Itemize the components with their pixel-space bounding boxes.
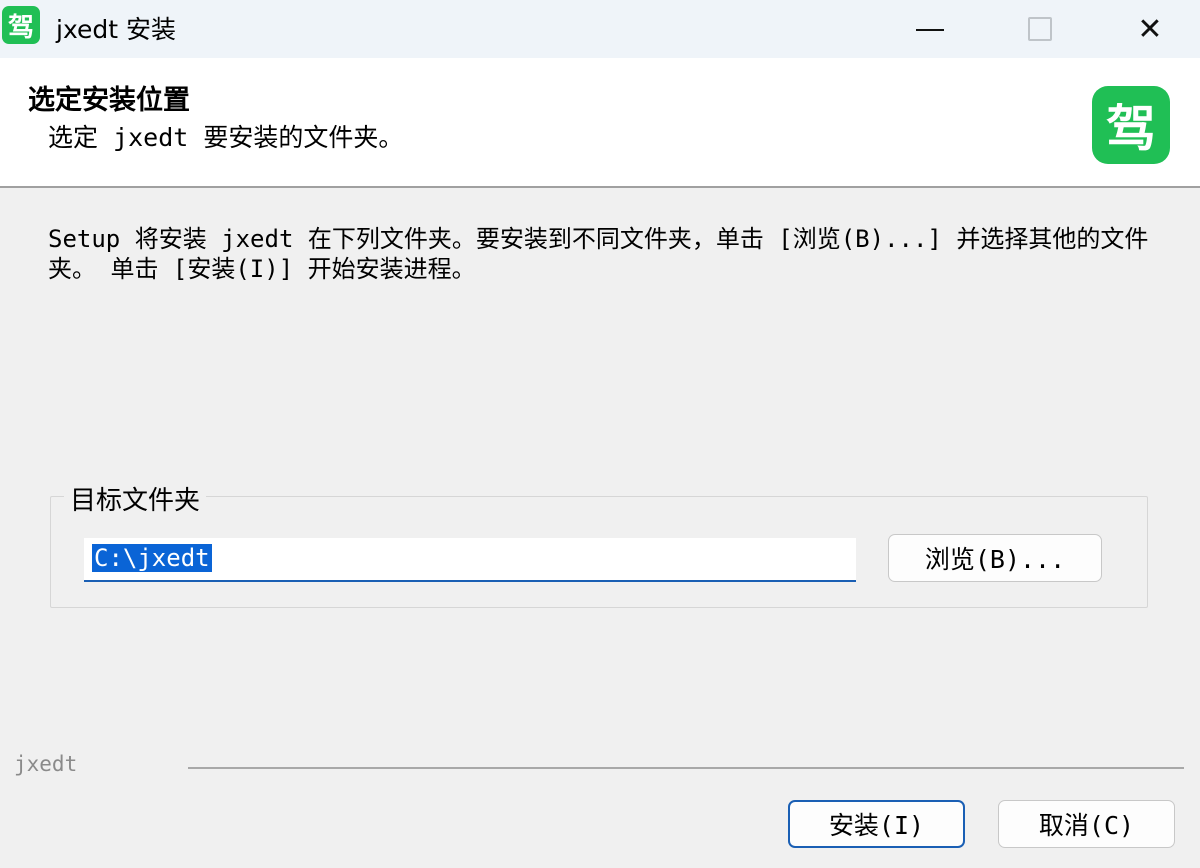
minimize-button[interactable] [880, 0, 980, 58]
footer-divider [188, 767, 1184, 769]
close-icon: ✕ [1137, 11, 1163, 47]
install-path-value: C:\jxedt [92, 544, 212, 572]
maximize-icon [1028, 17, 1052, 41]
browse-button[interactable]: 浏览(B)... [888, 534, 1102, 582]
destination-folder-label: 目标文件夹 [64, 480, 207, 517]
page-header: 选定安装位置 选定 jxedt 要安装的文件夹。 驾 [0, 58, 1200, 188]
jxedt-logo-icon: 驾 [1092, 86, 1170, 164]
maximize-button[interactable] [990, 0, 1090, 58]
instructions-text: Setup 将安装 jxedt 在下列文件夹。要安装到不同文件夹，单击 [浏览(… [48, 225, 1149, 283]
minimize-icon [916, 29, 944, 31]
brand-label: jxedt [14, 752, 78, 776]
install-button[interactable]: 安装(I) [788, 800, 965, 848]
cancel-button[interactable]: 取消(C) [998, 800, 1175, 848]
page-subtitle: 选定 jxedt 要安装的文件夹。 [48, 123, 404, 152]
close-button[interactable]: ✕ [1100, 0, 1200, 58]
page-title: 选定安装位置 [28, 85, 190, 116]
app-logo-icon: 驾 [2, 6, 40, 44]
install-path-input[interactable]: C:\jxedt [84, 538, 856, 582]
window-title: jxedt 安装 [56, 15, 176, 44]
title-bar: 驾 jxedt 安装 ✕ [0, 0, 1200, 58]
